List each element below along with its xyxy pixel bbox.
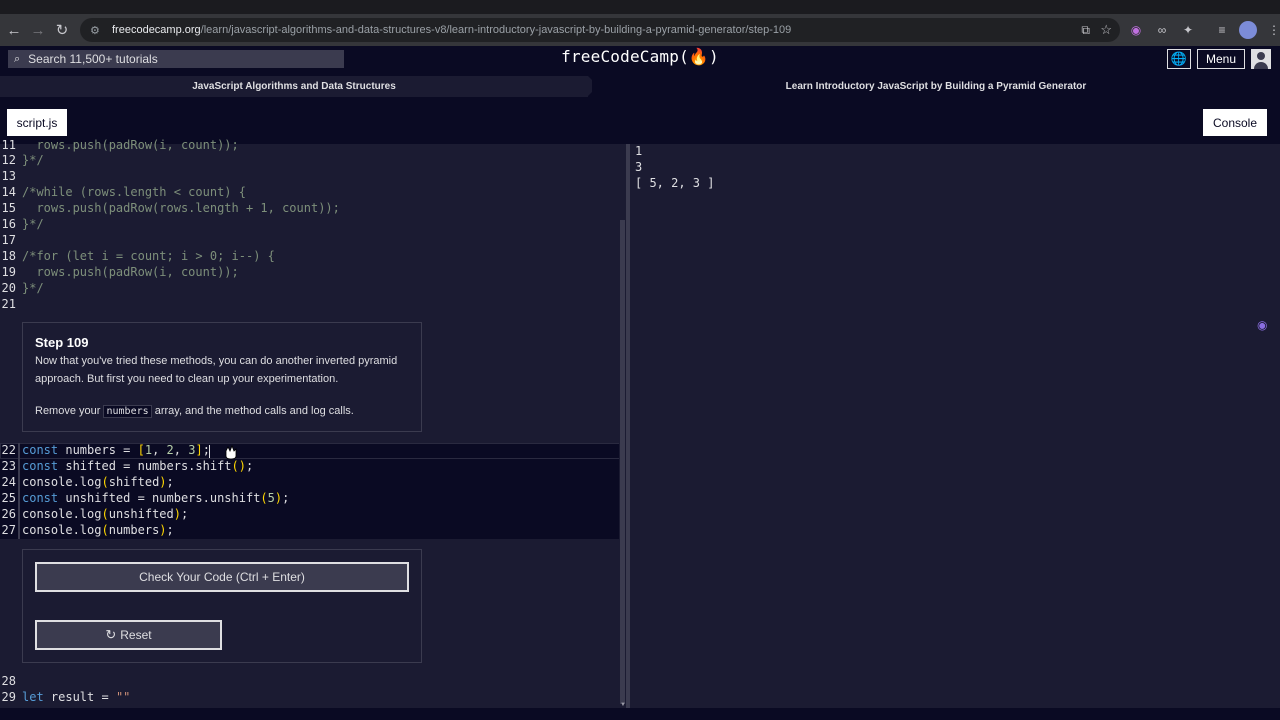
menu-button[interactable]: Menu <box>1197 49 1245 69</box>
puzzle-icon[interactable]: ✦ <box>1176 18 1200 42</box>
reset-icon: ↻ <box>105 627 117 642</box>
action-panel: Check Your Code (Ctrl + Enter) ↻ Reset <box>22 549 422 663</box>
media-icon[interactable]: ≡ <box>1210 18 1234 42</box>
reset-label: Reset <box>120 628 152 642</box>
search-icon: ⌕ <box>14 52 21 65</box>
extension-icon[interactable]: ◉ <box>1124 18 1148 42</box>
more-icon[interactable]: ⋮ <box>1262 18 1280 42</box>
console-output-line: 1 <box>635 144 643 158</box>
search-placeholder: Search 11,500+ tutorials <box>28 52 158 66</box>
back-icon[interactable]: ← <box>2 18 26 42</box>
site-logo[interactable]: freeCodeCamp(🔥) <box>540 47 740 66</box>
tab-script-js[interactable]: script.js <box>7 109 67 136</box>
scrollbar-thumb[interactable] <box>620 220 625 704</box>
reset-button[interactable]: ↻ Reset <box>35 620 222 650</box>
breadcrumb-block[interactable]: Learn Introductory JavaScript by Buildin… <box>592 76 1280 97</box>
step-description: Step 109 Now that you've tried these met… <box>22 322 422 432</box>
console-output-line: [ 5, 2, 3 ] <box>635 176 715 190</box>
language-button[interactable]: 🌐 <box>1167 49 1191 69</box>
site-info-icon[interactable]: ⚙ <box>90 24 106 37</box>
bottom-strip <box>0 708 1280 720</box>
install-icon[interactable]: ⧉ <box>1081 23 1090 38</box>
browser-toolbar: ← → ↻ ⚙ freecodecamp.org/learn/javascrip… <box>0 14 1280 46</box>
text-cursor <box>209 445 210 458</box>
editable-region-marker <box>18 443 20 539</box>
inline-code: numbers <box>103 405 152 418</box>
address-bar[interactable]: ⚙ freecodecamp.org/learn/javascript-algo… <box>80 18 1120 42</box>
extension-icon[interactable]: ∞ <box>1150 18 1174 42</box>
forward-icon[interactable]: → <box>26 18 50 42</box>
check-code-button[interactable]: Check Your Code (Ctrl + Enter) <box>35 562 409 592</box>
step-instruction: Remove your numbers array, and the metho… <box>35 405 354 418</box>
avatar[interactable] <box>1251 49 1271 69</box>
floating-extension-icon[interactable]: ◉ <box>1257 318 1267 332</box>
search-input[interactable]: ⌕ Search 11,500+ tutorials <box>8 50 344 68</box>
extensions-area: ◉ ∞ ✦ ≡ ⋮ <box>1124 18 1280 42</box>
step-title: Step 109 <box>35 335 89 350</box>
reload-icon[interactable]: ↻ <box>50 18 74 42</box>
url-path: /learn/javascript-algorithms-and-data-st… <box>200 24 792 36</box>
tab-console[interactable]: Console <box>1203 109 1267 136</box>
breadcrumb-superblock[interactable]: JavaScript Algorithms and Data Structure… <box>0 76 598 97</box>
mouse-pointer-icon <box>225 444 237 460</box>
console-output-line: 3 <box>635 160 643 174</box>
editor-scrollbar[interactable]: ▼ <box>619 144 626 708</box>
console-panel: 1 3 [ 5, 2, 3 ] <box>630 144 1280 708</box>
tab-strip <box>0 0 1280 14</box>
profile-icon[interactable] <box>1236 18 1260 42</box>
star-icon[interactable]: ☆ <box>1100 22 1112 38</box>
step-paragraph: Now that you've tried these methods, you… <box>35 355 398 385</box>
breadcrumb: JavaScript Algorithms and Data Structure… <box>0 76 1280 97</box>
globe-icon: 🌐 <box>1170 51 1188 66</box>
url-host: freecodecamp.org <box>112 24 201 36</box>
